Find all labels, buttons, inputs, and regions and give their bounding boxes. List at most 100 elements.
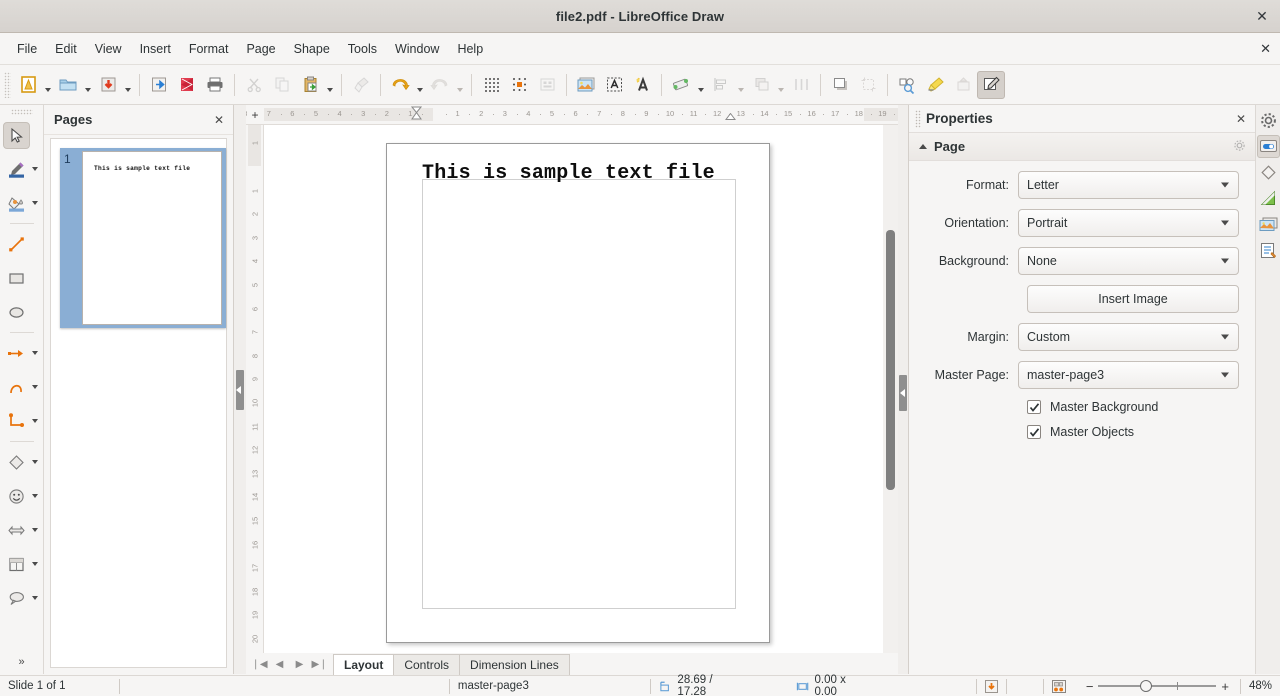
zoom-slider-track[interactable]: [1098, 680, 1217, 692]
diagonal-line-icon[interactable]: [3, 231, 30, 258]
sidebar-splitter[interactable]: [898, 105, 908, 674]
menu-page[interactable]: Page: [237, 39, 284, 59]
unsaved-changes-icon[interactable]: [984, 679, 999, 694]
undo-arrow-icon[interactable]: [386, 71, 414, 99]
filter-icon[interactable]: [893, 71, 921, 99]
paintbrush-icon[interactable]: [347, 71, 375, 99]
first-page-icon[interactable]: ❘◀: [250, 655, 269, 673]
arrange-dropdown-icon[interactable]: [775, 71, 787, 99]
fit-slide-cell[interactable]: [1015, 676, 1075, 696]
snap-grid-icon[interactable]: [505, 71, 533, 99]
zoom-slider-knob[interactable]: [1140, 680, 1153, 692]
zoom-out-button[interactable]: −: [1081, 679, 1099, 694]
text-frame[interactable]: [422, 179, 736, 609]
open-folder-icon[interactable]: [54, 71, 82, 99]
pages-panel-splitter[interactable]: [234, 105, 246, 674]
fontwork-icon[interactable]: [628, 71, 656, 99]
ruler-triangle-icon[interactable]: [1257, 187, 1280, 210]
transform-dropdown-icon[interactable]: [695, 71, 707, 99]
background-select[interactable]: None: [1018, 247, 1239, 275]
extrusion-icon[interactable]: [949, 71, 977, 99]
properties-deck-grip[interactable]: [915, 109, 921, 128]
next-page-icon[interactable]: ▶: [290, 655, 309, 673]
symbol-shapes-dropdown-icon[interactable]: [30, 483, 41, 510]
ruler-origin-icon[interactable]: +: [246, 105, 264, 124]
insert-image-button[interactable]: Insert Image: [1027, 285, 1239, 313]
scissors-icon[interactable]: [240, 71, 268, 99]
drawing-canvas[interactable]: This is sample text file: [264, 125, 906, 653]
diamond-shape-icon[interactable]: [3, 449, 30, 476]
connector-dropdown-icon[interactable]: [30, 408, 41, 435]
drawing-toolbar-grip[interactable]: [10, 109, 33, 115]
redo-arrow-icon[interactable]: [426, 71, 454, 99]
toolbar-drag-grip[interactable]: [4, 71, 11, 98]
align-objects-icon[interactable]: [707, 71, 735, 99]
paste-dropdown-icon[interactable]: [324, 71, 336, 99]
helplines-icon[interactable]: [533, 71, 561, 99]
shapes-diamond-icon[interactable]: [1257, 161, 1280, 184]
align-dropdown-icon[interactable]: [735, 71, 747, 99]
tab-controls[interactable]: Controls: [393, 653, 461, 675]
edit-mode-icon[interactable]: [977, 70, 1005, 99]
pages-panel-collapse-arrow-icon[interactable]: [236, 386, 241, 394]
cursor-arrow-icon[interactable]: [2, 121, 30, 149]
basic-shapes-dropdown-icon[interactable]: [30, 449, 41, 476]
master-objects-checkbox[interactable]: Master Objects: [1027, 425, 1255, 439]
page-section-header[interactable]: Page: [909, 133, 1255, 161]
previous-page-icon[interactable]: ◀: [270, 655, 289, 673]
fit-slide-to-window-icon[interactable]: [1051, 679, 1067, 694]
tab-layout[interactable]: Layout: [333, 653, 395, 675]
properties-deck-close-button[interactable]: ✕: [1236, 112, 1246, 126]
transform-icon[interactable]: [667, 71, 695, 99]
new-doc-dropdown-icon[interactable]: [42, 71, 54, 99]
right-indent-marker-icon[interactable]: [725, 113, 736, 120]
clipboard-paste-icon[interactable]: [296, 71, 324, 99]
tab-dimension-lines[interactable]: Dimension Lines: [459, 653, 570, 675]
block-arrows-dropdown-icon[interactable]: [30, 517, 41, 544]
highlight-pen-icon[interactable]: [921, 71, 949, 99]
flowchart-dropdown-icon[interactable]: [30, 551, 41, 578]
curve-dropdown-icon[interactable]: [30, 374, 41, 401]
menu-view[interactable]: View: [86, 39, 131, 59]
horizontal-ruler[interactable]: + 87654321123456789101112131415161718192…: [246, 105, 906, 125]
connector-icon[interactable]: [3, 408, 30, 435]
format-select[interactable]: Letter: [1018, 171, 1239, 199]
drawing-toolbar-more-button[interactable]: »: [18, 656, 24, 668]
gallery-images-icon[interactable]: [1257, 213, 1280, 236]
horizontal-ruler-strip[interactable]: 876543211234567891011121314151617181920: [246, 107, 906, 123]
gear-icon[interactable]: [1257, 109, 1280, 132]
gear-icon[interactable]: [1233, 139, 1246, 155]
block-arrow-icon[interactable]: [3, 517, 30, 544]
menu-edit[interactable]: Edit: [46, 39, 86, 59]
image-icon[interactable]: [572, 71, 600, 99]
curve-icon[interactable]: [3, 374, 30, 401]
last-page-icon[interactable]: ▶❘: [310, 655, 329, 673]
menu-insert[interactable]: Insert: [131, 39, 180, 59]
menu-file[interactable]: File: [8, 39, 46, 59]
menu-format[interactable]: Format: [180, 39, 238, 59]
page-thumbnail-1[interactable]: 1 This is sample text file: [60, 148, 226, 328]
undo-dropdown-icon[interactable]: [414, 71, 426, 99]
orientation-select[interactable]: Portrait: [1018, 209, 1239, 237]
redo-dropdown-icon[interactable]: [454, 71, 466, 99]
zoom-level[interactable]: 48%: [1241, 676, 1280, 696]
export-directly-as-pdf-icon[interactable]: [145, 71, 173, 99]
window-close-button[interactable]: ✕: [1252, 6, 1272, 26]
master-background-checkbox[interactable]: Master Background: [1027, 400, 1255, 414]
shadow-icon[interactable]: [826, 71, 854, 99]
flowchart-icon[interactable]: [3, 551, 30, 578]
menu-help[interactable]: Help: [448, 39, 492, 59]
text-box-icon[interactable]: [600, 71, 628, 99]
properties-toggle-icon[interactable]: [1256, 135, 1280, 158]
paint-can-fill-icon[interactable]: [3, 190, 30, 217]
master-slides-icon[interactable]: [1257, 239, 1280, 262]
arrows-dropdown-icon[interactable]: [30, 340, 41, 367]
export-as-pdf-icon[interactable]: [173, 71, 201, 99]
line-color-dropdown-icon[interactable]: [30, 156, 41, 183]
page-sheet[interactable]: This is sample text file: [386, 143, 770, 643]
arrange-icon[interactable]: [747, 71, 775, 99]
save-dropdown-icon[interactable]: [122, 71, 134, 99]
callout-dropdown-icon[interactable]: [30, 585, 41, 612]
grid-dots-icon[interactable]: [477, 71, 505, 99]
zoom-slider[interactable]: − +: [1081, 679, 1234, 694]
